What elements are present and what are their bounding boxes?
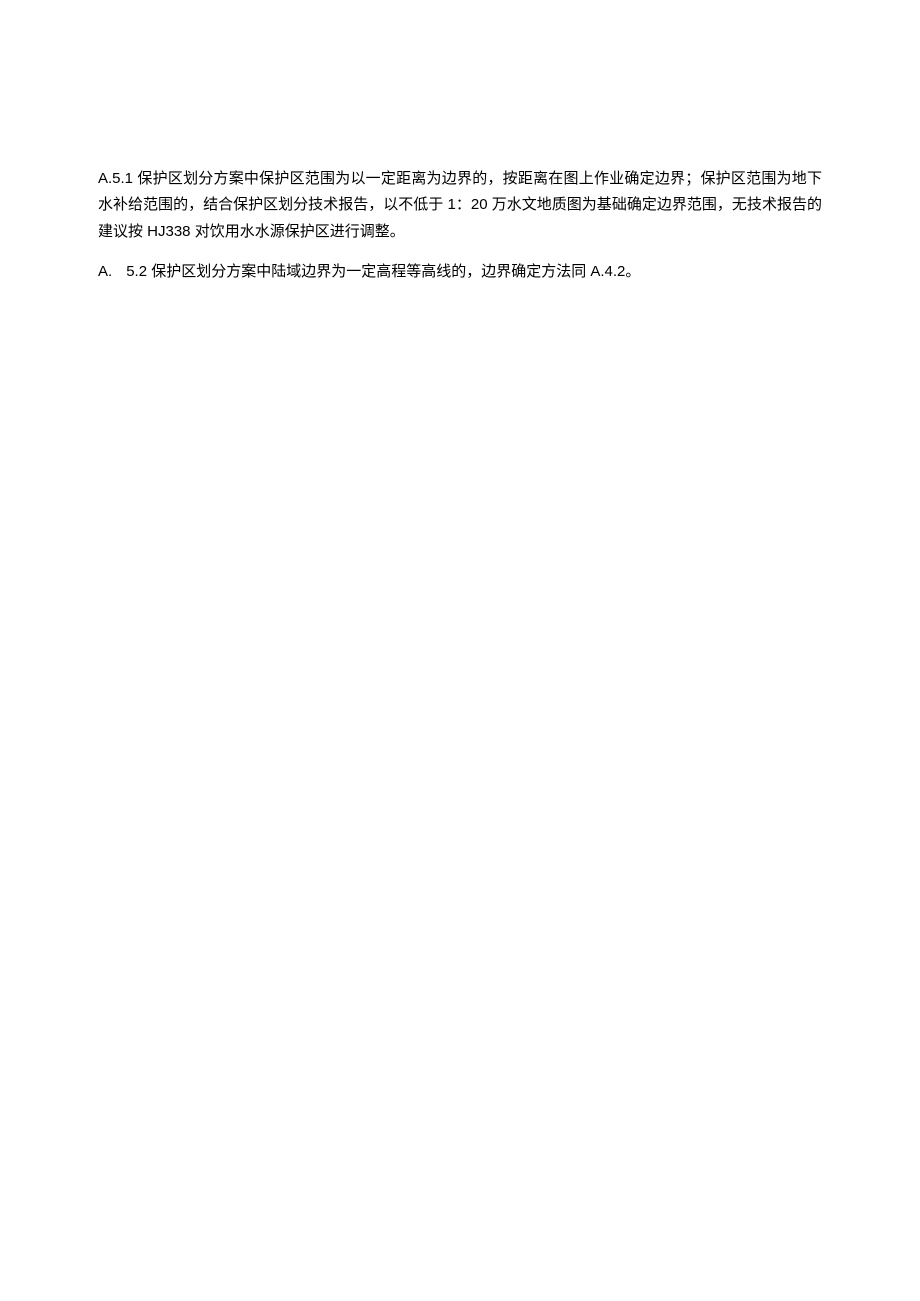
document-page: A.5.1 保护区划分方案中保护区范围为以一定距离为边界的，按距离在图上作业确定… bbox=[0, 0, 920, 285]
list-gap bbox=[112, 259, 126, 285]
paragraph-a52: A. 5.2 保护区划分方案中陆域边界为一定高程等高线的，边界确定方法同 A.4… bbox=[98, 259, 822, 285]
paragraph-text: 5.2 保护区划分方案中陆域边界为一定高程等高线的，边界确定方法同 A.4.2。 bbox=[126, 259, 822, 285]
paragraph-a51: A.5.1 保护区划分方案中保护区范围为以一定距离为边界的，按距离在图上作业确定… bbox=[98, 166, 822, 245]
paragraph-text: A.5.1 保护区划分方案中保护区范围为以一定距离为边界的，按距离在图上作业确定… bbox=[98, 170, 822, 240]
list-marker: A. bbox=[98, 259, 112, 285]
